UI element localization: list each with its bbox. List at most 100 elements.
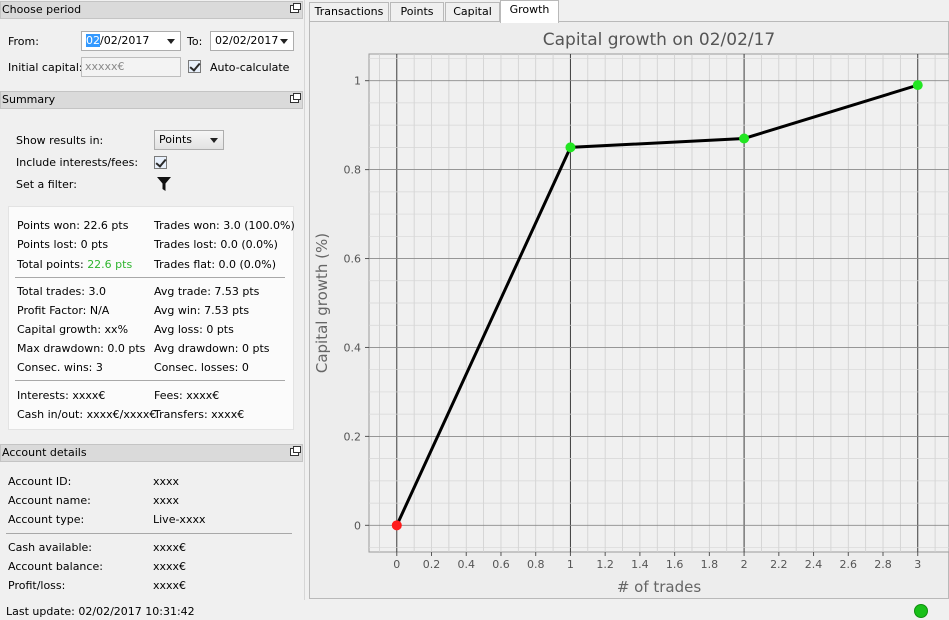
undock-icon[interactable] xyxy=(290,93,301,103)
include-interests-checkbox[interactable] xyxy=(154,156,167,169)
capital-growth: Capital growth: xx% xyxy=(17,323,129,336)
panel-splitter[interactable] xyxy=(304,0,305,600)
undock-icon[interactable] xyxy=(290,3,301,13)
from-label: From: xyxy=(8,35,39,48)
x-tick-label: 0.4 xyxy=(457,558,475,571)
cash-available-value: xxxx€ xyxy=(153,541,187,554)
x-tick-label: 1.6 xyxy=(666,558,684,571)
initial-capital-label: Initial capital: xyxy=(8,61,83,74)
chevron-down-icon xyxy=(210,138,218,143)
points-lost: Points lost: 0 pts xyxy=(17,238,109,251)
filter-icon[interactable] xyxy=(156,176,172,192)
data-point xyxy=(739,133,750,144)
consec-losses: Consec. losses: 0 xyxy=(154,361,249,374)
x-tick-label: 2.4 xyxy=(805,558,823,571)
divider xyxy=(15,380,285,381)
trades-flat: Trades flat: 0.0 (0.0%) xyxy=(154,258,277,271)
x-tick-label: 1.2 xyxy=(596,558,614,571)
data-point xyxy=(912,80,923,91)
auto-calculate-checkbox[interactable] xyxy=(188,60,201,73)
cash-in-out: Cash in/out: xxxx€/xxxx€ xyxy=(17,408,157,421)
y-tick-label: 0.2 xyxy=(344,430,362,443)
x-tick-label: 0 xyxy=(393,558,400,571)
chart-title: Capital growth on 02/02/17 xyxy=(543,30,776,50)
choose-period-header: Choose period xyxy=(0,1,303,19)
x-tick-label: 2.6 xyxy=(840,558,858,571)
account-balance-label: Account balance: xyxy=(8,560,103,573)
from-date-picker[interactable]: 02/02/2017 xyxy=(81,31,181,51)
x-tick-label: 2 xyxy=(741,558,748,571)
total-points-value: 22.6 pts xyxy=(87,258,133,271)
account-name-label: Account name: xyxy=(8,494,91,507)
trades-won: Trades won: 3.0 (100.0%) xyxy=(154,219,295,232)
x-tick-label: 1.4 xyxy=(631,558,649,571)
y-tick-label: 1 xyxy=(354,75,361,88)
show-results-select[interactable]: Points xyxy=(154,130,224,150)
data-point xyxy=(391,520,402,531)
x-tick-label: 2.8 xyxy=(874,558,892,571)
growth-chart-panel: 0 0.2 0.4 0.6 0.8 1 1.2 1.4 1.6 1.8 2 2.2 2.4 2.6 2.8 3… xyxy=(309,21,949,599)
account-type-value: Live-xxxx xyxy=(153,513,206,526)
x-tick-label: 1 xyxy=(567,558,574,571)
tab-transactions[interactable]: Transactions xyxy=(309,2,389,22)
fees: Fees: xxxx€ xyxy=(154,389,220,402)
tab-growth[interactable]: Growth xyxy=(500,0,559,23)
to-label: To: xyxy=(187,35,203,48)
to-date-picker[interactable]: 02/02/2017 xyxy=(210,31,294,51)
initial-capital-input[interactable]: xxxxx€ xyxy=(81,57,181,77)
cash-available-label: Cash available: xyxy=(8,541,92,554)
include-interests-label: Include interests/fees: xyxy=(16,156,139,169)
connection-status-icon xyxy=(914,604,928,618)
x-tick-label: 2.2 xyxy=(770,558,788,571)
total-trades: Total trades: 3.0 xyxy=(17,285,106,298)
summary-header: Summary xyxy=(0,91,303,109)
data-point xyxy=(565,142,576,153)
account-id-value: xxxx xyxy=(153,475,180,488)
profit-loss-value: xxxx€ xyxy=(153,579,187,592)
max-drawdown: Max drawdown: 0.0 pts xyxy=(17,342,146,355)
account-balance-value: xxxx€ xyxy=(153,560,187,573)
y-tick-label: 0.8 xyxy=(344,164,362,177)
account-details-header: Account details xyxy=(0,444,303,462)
account-name-value: xxxx xyxy=(153,494,180,507)
trades-lost: Trades lost: 0.0 (0.0%) xyxy=(154,238,278,251)
from-date-selected-part: 02 xyxy=(86,34,100,47)
undock-icon[interactable] xyxy=(290,446,301,456)
summary-stats-box: Points won: 22.6 pts Trades won: 3.0 (10… xyxy=(8,206,295,430)
show-results-value: Points xyxy=(159,133,193,146)
x-tick-label: 0.2 xyxy=(423,558,441,571)
total-points-label: Total points: xyxy=(17,258,84,271)
tab-capital[interactable]: Capital xyxy=(445,2,500,22)
account-details-title: Account details xyxy=(2,446,87,459)
interests: Interests: xxxx€ xyxy=(17,389,106,402)
avg-win: Avg win: 7.53 pts xyxy=(154,304,250,317)
show-results-label: Show results in: xyxy=(16,134,104,147)
x-tick-label: 0.8 xyxy=(527,558,545,571)
divider xyxy=(15,277,285,278)
avg-trade: Avg trade: 7.53 pts xyxy=(154,285,260,298)
tab-points[interactable]: Points xyxy=(390,2,444,22)
x-tick-label: 0.6 xyxy=(492,558,510,571)
points-won: Points won: 22.6 pts xyxy=(17,219,129,232)
account-type-label: Account type: xyxy=(8,513,85,526)
y-tick-label: 0.6 xyxy=(344,253,362,266)
profit-loss-label: Profit/loss: xyxy=(8,579,66,592)
choose-period-title: Choose period xyxy=(2,3,82,16)
growth-chart: 0 0.2 0.4 0.6 0.8 1 1.2 1.4 1.6 1.8 2 2.2 2.4 2.6 2.8 3… xyxy=(313,30,949,596)
account-id-label: Account ID: xyxy=(8,475,72,488)
transfers: Transfers: xxxx€ xyxy=(154,408,245,421)
avg-drawdown: Avg drawdown: 0 pts xyxy=(154,342,270,355)
divider xyxy=(6,533,292,534)
consec-wins: Consec. wins: 3 xyxy=(17,361,103,374)
avg-loss: Avg loss: 0 pts xyxy=(154,323,234,336)
y-axis-label: Capital growth (%) xyxy=(313,233,331,373)
chevron-down-icon xyxy=(280,39,288,44)
from-date-rest: /02/2017 xyxy=(100,34,150,47)
summary-title: Summary xyxy=(2,93,56,106)
x-axis-label: # of trades xyxy=(617,578,702,596)
x-tick-label: 3 xyxy=(914,558,921,571)
auto-calculate-label: Auto-calculate xyxy=(210,61,290,74)
y-tick-label: 0 xyxy=(354,519,361,532)
filter-label: Set a filter: xyxy=(16,178,77,191)
profit-factor: Profit Factor: N/A xyxy=(17,304,110,317)
